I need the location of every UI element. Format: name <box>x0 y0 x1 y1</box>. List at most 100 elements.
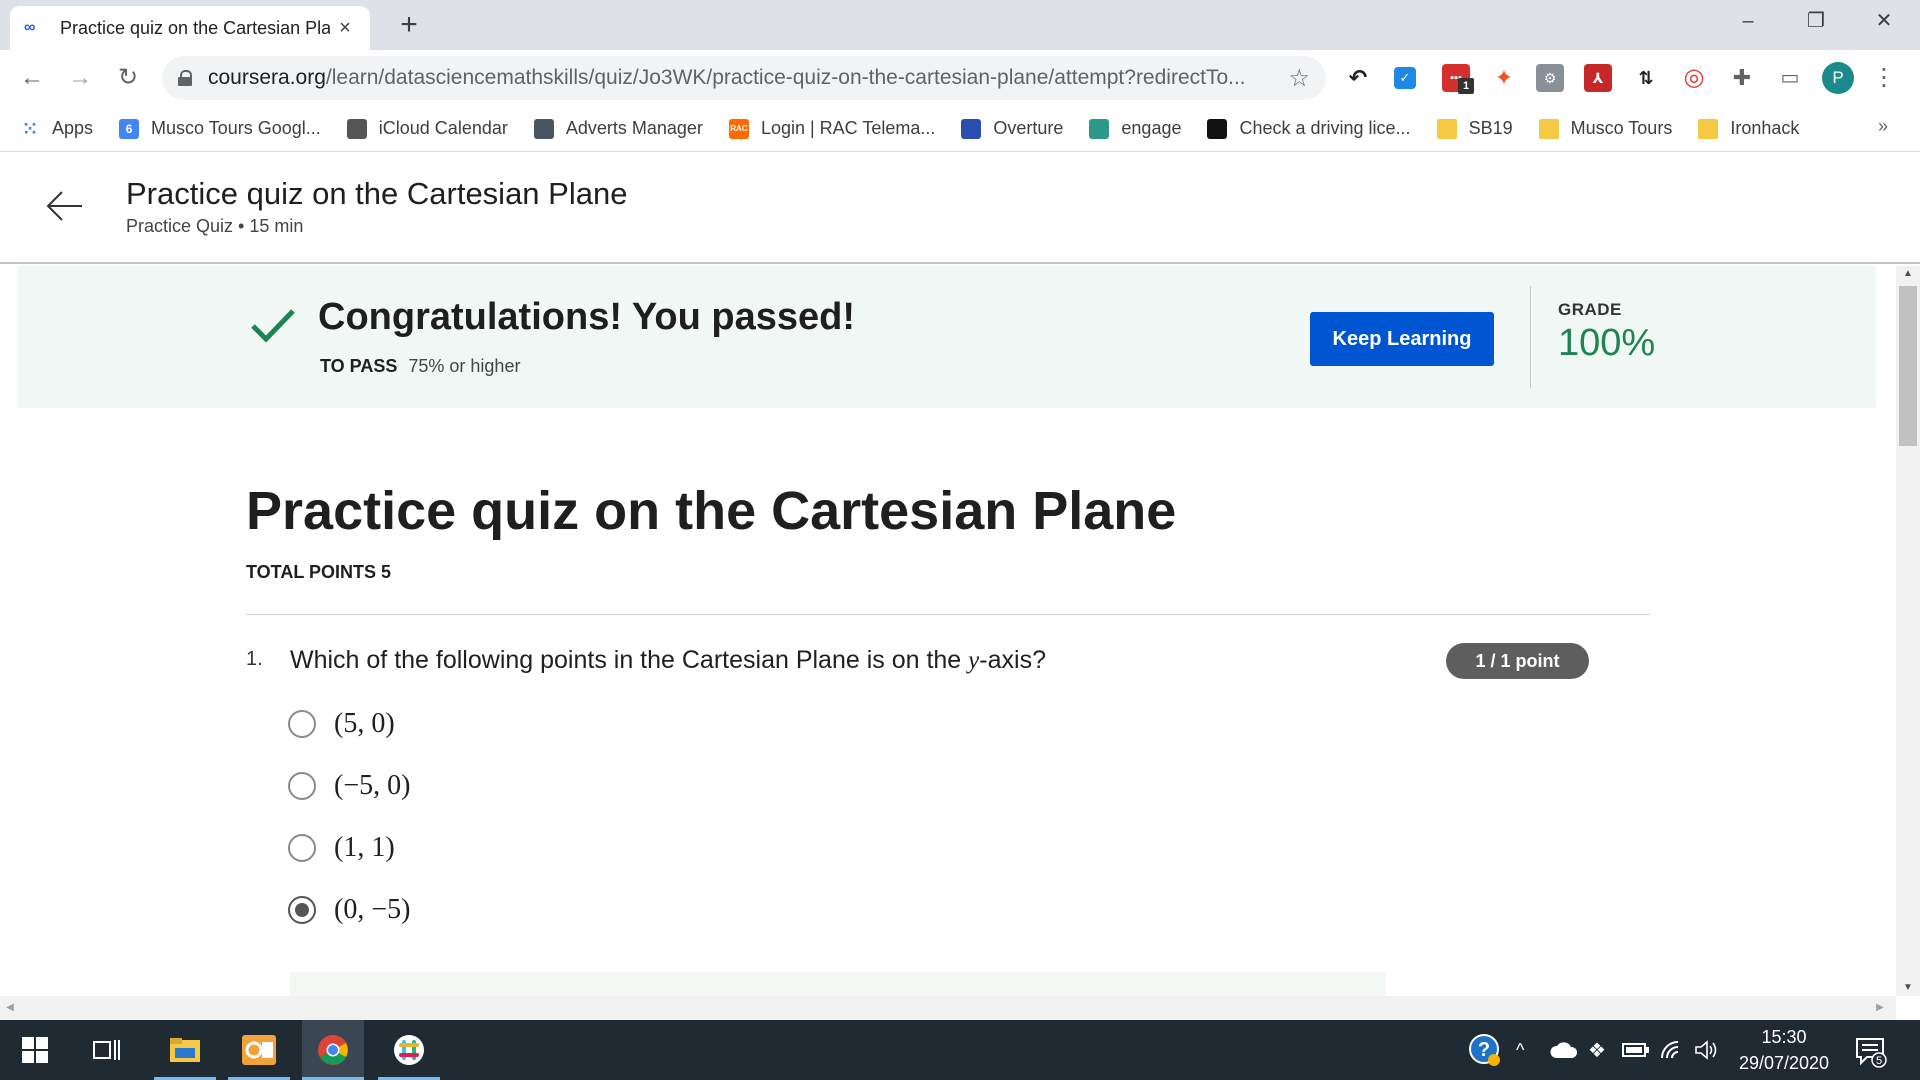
question-text-start: Which of the following points in the Car… <box>290 646 969 674</box>
vertical-scrollbar[interactable]: ▲ ▼ <box>1896 266 1920 996</box>
scroll-left-icon[interactable]: ◀ <box>0 996 20 1020</box>
radio-button[interactable] <box>288 772 316 800</box>
task-view-icon[interactable] <box>76 1020 138 1080</box>
bookmark-label: Musco Tours Googl... <box>151 118 321 138</box>
radio-button[interactable] <box>288 834 316 862</box>
bookmark-label: Overture <box>993 118 1064 138</box>
action-center-icon[interactable]: 5 <box>1854 1034 1888 1068</box>
chrome-taskbar-icon[interactable] <box>302 1020 364 1080</box>
radio-button-selected[interactable] <box>288 896 316 924</box>
apps-grid-icon: ⁙ <box>22 118 38 139</box>
more-bookmarks-icon[interactable]: » <box>1878 116 1888 137</box>
browser-tab-strip: ∞ Practice quiz on the Cartesian Pla × +… <box>0 0 1920 50</box>
bookmark-star-icon[interactable]: ☆ <box>1288 64 1310 93</box>
question-text-end: -axis? <box>979 646 1046 674</box>
divider <box>246 614 1650 615</box>
volume-icon[interactable] <box>1694 1020 1718 1080</box>
option-label: (0, −5) <box>334 894 411 925</box>
option-label: (−5, 0) <box>334 770 411 801</box>
answer-option[interactable]: (0, −5) <box>288 890 410 930</box>
sort-extension-icon[interactable]: ⇅ <box>1632 64 1660 92</box>
system-clock[interactable]: 15:30 29/07/2020 <box>1724 1024 1844 1076</box>
outlook-icon[interactable] <box>228 1020 290 1080</box>
file-explorer-icon[interactable] <box>154 1020 216 1080</box>
swirl-extension-icon[interactable]: ◎ <box>1680 64 1708 92</box>
dropbox-icon[interactable]: ❖ <box>1588 1020 1606 1080</box>
checkmark-icon <box>251 309 295 343</box>
bookmark-label: Ironhack <box>1730 118 1800 138</box>
url-path: /learn/datasciencemathskills/quiz/Jo3WK/… <box>325 66 1246 89</box>
to-pass-requirement: TO PASS 75% or higher <box>320 356 520 377</box>
scroll-down-icon[interactable]: ▼ <box>1896 980 1920 996</box>
bookmark-item[interactable]: iCloud Calendar <box>346 118 508 139</box>
total-points: TOTAL POINTS 5 <box>246 562 392 582</box>
bookmark-item[interactable]: Adverts Manager <box>533 118 703 139</box>
answer-option[interactable]: (−5, 0) <box>288 766 410 806</box>
address-bar[interactable]: coursera.org/learn/datasciencemathskills… <box>162 56 1326 100</box>
course-header: Practice quiz on the Cartesian Plane Pra… <box>0 152 1920 264</box>
quiz-title: Practice quiz on the Cartesian Plane <box>246 481 1177 541</box>
bookmark-item[interactable]: Check a driving lice... <box>1207 118 1411 139</box>
answer-option[interactable]: (1, 1) <box>288 828 395 868</box>
scroll-up-icon[interactable]: ▲ <box>1896 266 1920 282</box>
scroll-right-icon[interactable]: ▶ <box>1870 996 1890 1020</box>
answer-option[interactable]: (5, 0) <box>288 704 395 744</box>
extensions-puzzle-icon[interactable]: ✚ <box>1728 64 1756 92</box>
profile-avatar[interactable]: P <box>1822 62 1854 94</box>
tab-close-icon[interactable]: × <box>334 17 356 40</box>
radio-button[interactable] <box>288 710 316 738</box>
feedback-panel <box>290 972 1386 996</box>
svg-text:?: ? <box>1478 1039 1490 1061</box>
horizontal-scrollbar[interactable]: ◀ ▶ <box>0 996 1896 1020</box>
new-tab-button[interactable]: + <box>392 8 426 42</box>
adverts-icon <box>533 118 554 139</box>
bookmark-item[interactable]: Musco Tours <box>1538 118 1672 139</box>
pass-message: Congratulations! You passed! <box>318 296 855 338</box>
option-label: (5, 0) <box>334 708 395 739</box>
battery-icon[interactable] <box>1622 1020 1650 1080</box>
hubspot-extension-icon[interactable]: ⚙ <box>1536 64 1564 92</box>
extension-badge: 1 <box>1458 78 1474 94</box>
folder-icon <box>1436 118 1457 139</box>
question-math-variable: y <box>968 647 980 674</box>
bookmark-label: Login | RAC Telema... <box>760 118 936 138</box>
bookmark-item[interactable]: 6 Musco Tours Googl... <box>119 118 321 139</box>
browser-tab[interactable]: ∞ Practice quiz on the Cartesian Pla × <box>10 6 370 50</box>
back-icon[interactable]: ← <box>16 62 48 94</box>
reply-extension-icon[interactable]: ↶ <box>1344 64 1372 92</box>
acrobat-extension-icon[interactable]: ⅄ <box>1584 64 1612 92</box>
bookmark-item[interactable]: engage <box>1089 118 1181 139</box>
back-arrow-icon[interactable] <box>44 186 84 226</box>
wifi-icon[interactable] <box>1660 1020 1684 1080</box>
bookmark-item[interactable]: Ironhack <box>1698 118 1799 139</box>
bookmark-item[interactable]: Overture <box>961 118 1063 139</box>
help-tray-icon[interactable]: ? <box>1468 1020 1502 1080</box>
cast-icon[interactable]: ▭ <box>1776 64 1804 92</box>
restore-window-icon[interactable]: ❐ <box>1782 0 1850 42</box>
minimize-window-icon[interactable]: – <box>1714 0 1782 42</box>
scrollbar-thumb[interactable] <box>1899 286 1917 446</box>
bookmark-item[interactable]: SB19 <box>1436 118 1513 139</box>
keep-learning-button[interactable]: Keep Learning <box>1310 312 1494 366</box>
bookmark-item[interactable]: RAC Login | RAC Telema... <box>728 118 936 139</box>
tab-title: Practice quiz on the Cartesian Pla <box>60 17 330 38</box>
chrome-menu-icon[interactable]: ⋮ <box>1872 62 1896 94</box>
onedrive-icon[interactable] <box>1550 1020 1578 1080</box>
to-pass-label: TO PASS <box>320 356 398 376</box>
show-hidden-icons-icon[interactable]: ^ <box>1516 1020 1524 1080</box>
calendar-extension-icon[interactable]: ▪▪▪ 1 <box>1442 64 1474 94</box>
reload-icon[interactable]: ↻ <box>112 62 144 94</box>
close-window-icon[interactable]: ✕ <box>1850 0 1918 42</box>
windows-start-icon[interactable] <box>4 1020 66 1080</box>
bookmark-item[interactable]: ⁙ Apps <box>20 118 93 139</box>
bird-extension-icon[interactable]: ✦ <box>1490 64 1518 92</box>
clock-time: 15:30 <box>1761 1027 1807 1047</box>
url-text[interactable]: coursera.org/learn/datasciencemathskills… <box>208 66 1288 90</box>
option-label: (1, 1) <box>334 832 395 863</box>
forward-icon[interactable]: → <box>64 62 96 94</box>
bookmark-label: iCloud Calendar <box>378 118 508 138</box>
slack-icon[interactable] <box>378 1020 440 1080</box>
todo-extension-icon[interactable]: ✓ <box>1394 67 1416 89</box>
apple-icon <box>346 118 367 139</box>
coursera-favicon-icon: ∞ <box>24 19 36 36</box>
